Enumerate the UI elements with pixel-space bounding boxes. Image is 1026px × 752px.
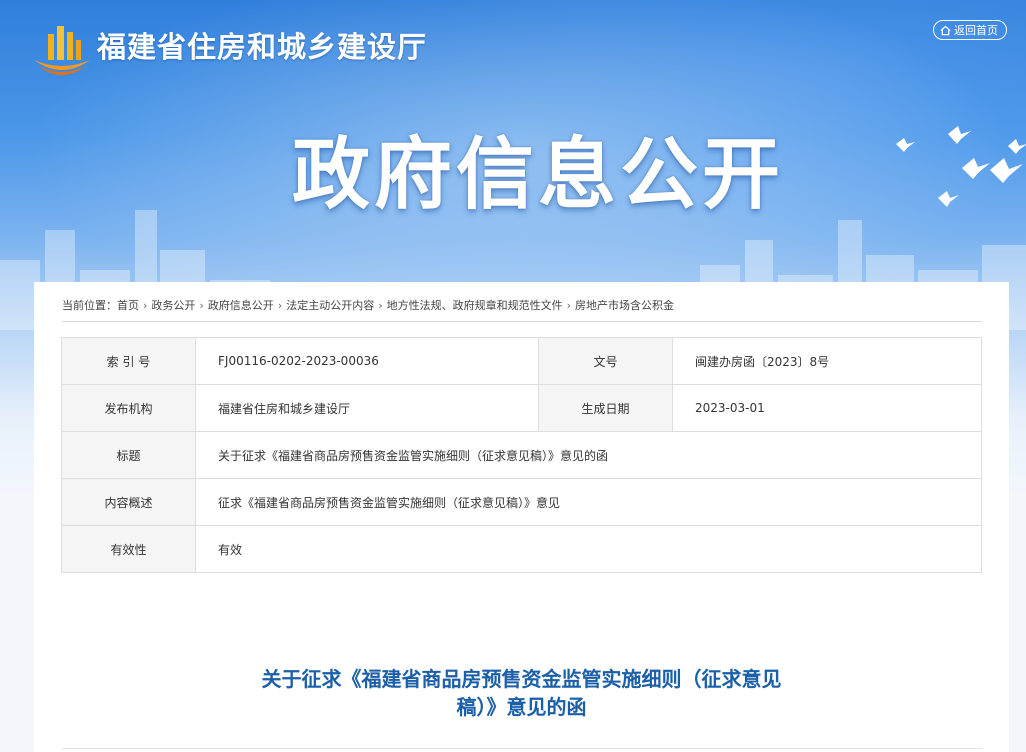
- site-logo-icon[interactable]: [30, 20, 94, 78]
- breadcrumb-item-gov-affairs[interactable]: 政务公开: [151, 297, 195, 313]
- breadcrumb-divider: [62, 321, 982, 322]
- summary-value: 征求《福建省商品房预售资金监管实施细则（征求意见稿）》意见: [195, 478, 982, 526]
- title-label: 标题: [61, 431, 196, 479]
- table-row: 发布机构 福建省住房和城乡建设厅 生成日期 2023-03-01: [61, 384, 982, 432]
- index-number-label: 索 引 号: [61, 337, 196, 385]
- breadcrumb-item-statutory-content[interactable]: 法定主动公开内容: [286, 297, 374, 313]
- breadcrumb-separator: ›: [199, 298, 204, 312]
- article-divider: [62, 748, 982, 749]
- breadcrumb-separator: ›: [277, 298, 283, 312]
- table-row: 索 引 号 FJ00116-0202-2023-00036 文号 闽建办房函〔2…: [61, 337, 982, 385]
- document-metadata-table: 索 引 号 FJ00116-0202-2023-00036 文号 闽建办房函〔2…: [61, 337, 982, 573]
- breadcrumb-item-home[interactable]: 首页: [117, 297, 139, 313]
- doves-decoration-icon: [896, 126, 1026, 207]
- summary-label: 内容概述: [61, 478, 196, 526]
- date-value: 2023-03-01: [672, 384, 982, 432]
- validity-value: 有效: [195, 525, 982, 573]
- home-icon: [940, 25, 951, 35]
- publisher-label: 发布机构: [61, 384, 196, 432]
- validity-label: 有效性: [61, 525, 196, 573]
- breadcrumb-separator: ›: [143, 298, 148, 312]
- back-home-button[interactable]: 返回首页: [933, 20, 1007, 40]
- document-number-label: 文号: [538, 337, 673, 385]
- breadcrumb-item-info-disclosure[interactable]: 政府信息公开: [208, 297, 274, 313]
- breadcrumb: 当前位置： 首页 › 政务公开 › 政府信息公开 › 法定主动公开内容 › 地方…: [62, 297, 674, 313]
- title-value: 关于征求《福建省商品房预售资金监管实施细则（征求意见稿）》意见的函: [195, 431, 982, 479]
- table-row: 内容概述 征求《福建省商品房预售资金监管实施细则（征求意见稿）》意见: [61, 478, 982, 526]
- publisher-value: 福建省住房和城乡建设厅: [195, 384, 539, 432]
- breadcrumb-label: 当前位置：: [62, 299, 117, 312]
- date-label: 生成日期: [538, 384, 673, 432]
- breadcrumb-separator: ›: [566, 298, 572, 312]
- back-home-label: 返回首页: [954, 24, 998, 37]
- table-row: 标题 关于征求《福建省商品房预售资金监管实施细则（征求意见稿）》意见的函: [61, 431, 982, 479]
- document-number-value: 闽建办房函〔2023〕8号: [672, 337, 982, 385]
- breadcrumb-item-real-estate[interactable]: 房地产市场含公积金: [575, 297, 674, 313]
- breadcrumb-item-regulations[interactable]: 地方性法规、政府规章和规范性文件: [387, 297, 563, 313]
- breadcrumb-separator: ›: [378, 298, 383, 312]
- article-title: 关于征求《福建省商品房预售资金监管实施细则（征求意见 稿）》意见的函: [194, 665, 849, 721]
- banner-title: 政府信息公开: [292, 130, 785, 220]
- table-row: 有效性 有效: [61, 525, 982, 573]
- article-title-line: 稿）》意见的函: [456, 695, 587, 719]
- article-title-line: 关于征求《福建省商品房预售资金监管实施细则（征求意见: [261, 667, 782, 691]
- index-number-value: FJ00116-0202-2023-00036: [195, 337, 539, 385]
- site-name[interactable]: 福建省住房和城乡建设厅: [97, 24, 427, 66]
- content-panel: 当前位置： 首页 › 政务公开 › 政府信息公开 › 法定主动公开内容 › 地方…: [34, 282, 1009, 752]
